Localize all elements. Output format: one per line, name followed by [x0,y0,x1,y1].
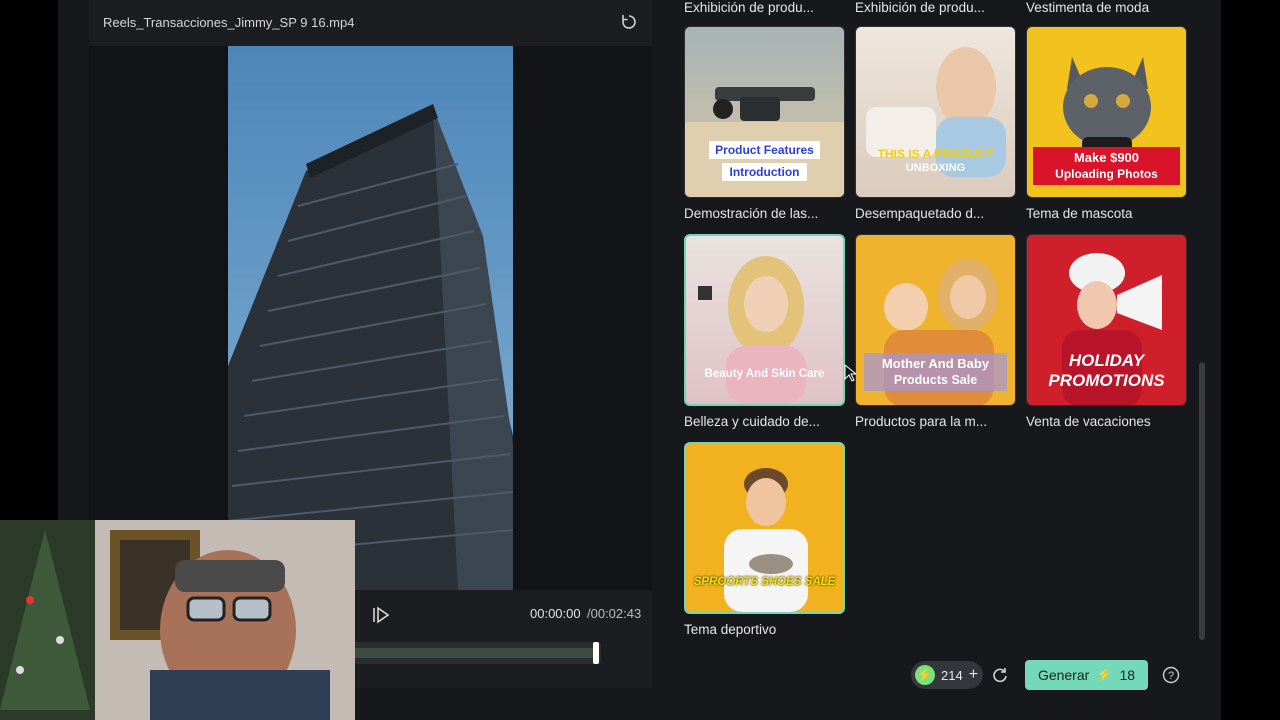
template-thumbnail[interactable]: Make $900 Uploading Photos [1026,26,1187,198]
overlay-text: Product Features [709,141,820,159]
generate-cost: 18 [1119,667,1136,683]
overlay-text: Products Sale [893,373,978,387]
template-card-pet[interactable]: Make $900 Uploading Photos Tema de masco… [1026,26,1187,221]
template-card-holiday[interactable]: HOLIDAY PROMOTIONS Venta de vacaciones [1026,234,1187,429]
template-label: Demostración de las... [684,206,819,221]
overlay-text: THIS IS A PRODUCT [877,147,994,161]
template-thumbnail[interactable]: Beauty And Skin Care [684,234,845,406]
bolt-icon: ⚡ [1096,667,1113,682]
file-bar: Reels_Transacciones_Jimmy_SP 9 16.mp4 [89,0,652,44]
overlay-text: HOLIDAY [1068,351,1145,370]
current-time: 00:00:00 [530,606,581,621]
svg-text:?: ? [1168,670,1174,682]
generate-label: Generar [1037,667,1090,683]
overlay-text: UNBOXING [905,162,966,174]
cursor-icon [844,364,856,382]
template-thumbnail[interactable]: THIS IS A PRODUCT UNBOXING [855,26,1016,198]
generate-button[interactable]: Generar ⚡ 18 [1025,660,1148,690]
plus-icon: + [968,666,979,683]
timeline-scrubber[interactable] [323,642,601,664]
template-thumbnail[interactable]: SPROORTS SHOES SALE [684,442,845,614]
template-card-sports[interactable]: SPROORTS SHOES SALE Tema deportivo [684,442,845,637]
total-time: /00:02:43 [587,606,642,621]
template-label: Tema de mascota [1026,206,1133,221]
template-label: Exhibición de produ... [684,0,814,15]
template-label: Belleza y cuidado de... [684,414,820,429]
template-grid: Exhibición de produ... Exhibición de pro… [684,0,1204,660]
video-area [89,46,652,590]
file-name: Reels_Transacciones_Jimmy_SP 9 16.mp4 [103,14,355,30]
template-thumbnail[interactable]: Mother And Baby Products Sale [855,234,1016,406]
overlay-text: Introduction [721,163,808,181]
credits-count: 214 [941,667,963,683]
overlay-text: SPROORTS SHOES SALE [693,576,836,588]
video-frame[interactable] [228,46,513,590]
template-card-mother-baby[interactable]: Mother And Baby Products Sale Productos … [855,234,1016,429]
template-label: Vestimenta de moda [1026,0,1150,15]
refresh-icon[interactable] [991,666,1009,684]
template-label: Tema deportivo [684,622,777,637]
template-card-beauty[interactable]: Beauty And Skin Care Belleza y cuidado d… [684,234,845,429]
webcam-image [0,520,355,720]
scrollbar[interactable] [1199,362,1205,640]
bolt-icon: ⚡ [915,665,935,685]
timeline-handle[interactable] [593,642,599,664]
play-icon[interactable] [370,604,392,626]
overlay-text: Mother And Baby [881,356,990,371]
overlay-text: Uploading Photos [1055,167,1158,181]
template-label: Venta de vacaciones [1026,414,1151,429]
template-thumbnail[interactable]: Product Features Introduction [684,26,845,198]
template-label: Desempaquetado d... [855,206,985,221]
credits-badge[interactable]: ⚡ 214 + [911,661,983,689]
reset-icon[interactable] [620,13,638,31]
timeline-track [323,648,593,658]
webcam-overlay [0,520,355,720]
overlay-text: Beauty And Skin Care [704,368,825,380]
template-card-product-demo[interactable]: Product Features Introduction Demostraci… [684,26,845,221]
help-icon[interactable]: ? [1162,666,1180,684]
template-card-unboxing[interactable]: THIS IS A PRODUCT UNBOXING Desempaquetad… [855,26,1016,221]
overlay-text: PROMOTIONS [1048,371,1165,390]
template-thumbnail[interactable]: HOLIDAY PROMOTIONS [1026,234,1187,406]
overlay-text: Make $900 [1073,150,1140,165]
footer-bar: ⚡ 214 + Generar ⚡ 18 ? [911,660,1191,690]
template-label: Exhibición de produ... [855,0,985,15]
building-image [228,46,513,590]
template-label: Productos para la m... [855,414,988,429]
